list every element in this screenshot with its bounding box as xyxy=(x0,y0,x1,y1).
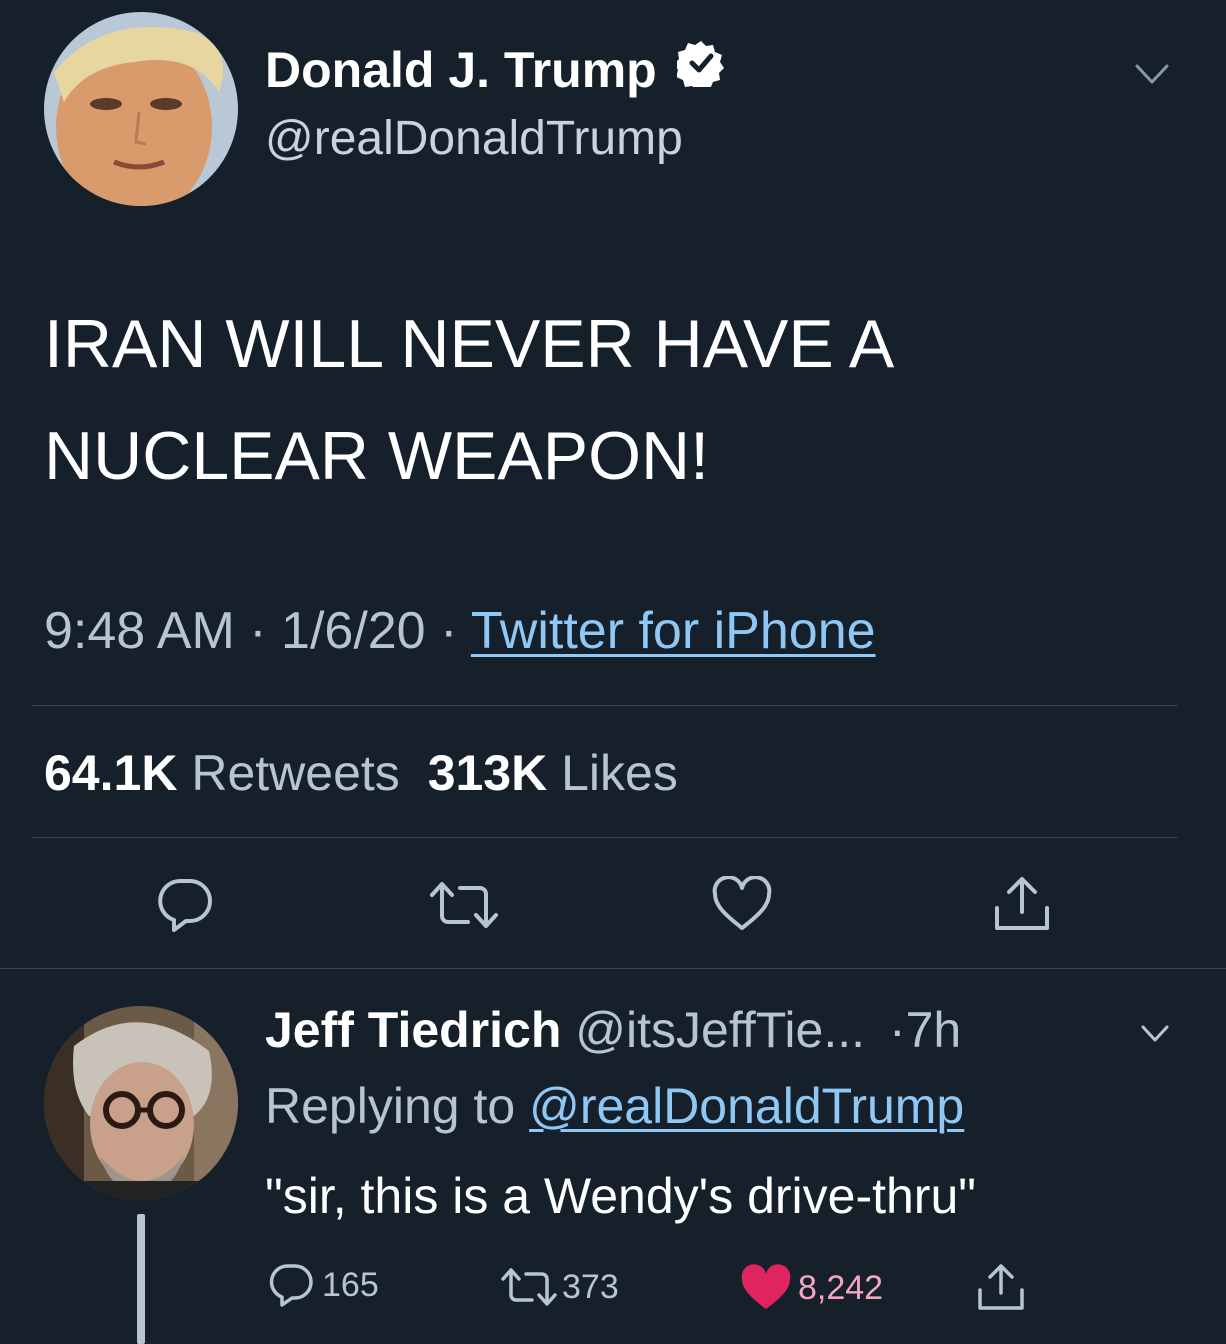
tweet-stats: 64.1K Retweets 313K Likes xyxy=(44,743,678,803)
reply-chevron-down-icon[interactable] xyxy=(1140,1022,1170,1046)
likes-label: Likes xyxy=(561,745,678,801)
replying-to-label: Replying to xyxy=(265,1078,516,1134)
reply-time[interactable]: ·7h xyxy=(889,1002,961,1058)
separator: · xyxy=(440,602,458,660)
verified-badge-icon xyxy=(673,39,725,100)
like-count: 8,242 xyxy=(798,1268,884,1307)
likes-count: 313K xyxy=(427,745,548,801)
reply-author-avatar[interactable] xyxy=(44,1006,238,1200)
retweets-label: Retweets xyxy=(191,745,400,801)
divider xyxy=(0,968,1226,969)
thread-line xyxy=(137,1214,145,1344)
tweet-text-line: NUCLEAR WEAPON! xyxy=(44,418,709,494)
heart-filled-icon xyxy=(740,1264,792,1312)
retweet-icon xyxy=(500,1266,558,1308)
tweet-text-line: IRAN WILL NEVER HAVE A xyxy=(44,306,895,382)
retweets-count: 64.1K xyxy=(44,745,178,801)
retweet-icon[interactable] xyxy=(428,878,500,932)
reply-icon[interactable] xyxy=(156,876,214,934)
replying-to-link[interactable]: @realDonaldTrump xyxy=(529,1078,964,1134)
divider xyxy=(32,705,1178,706)
separator: · xyxy=(249,602,267,660)
author-name-text: Donald J. Trump xyxy=(265,42,657,98)
reply-action-retweet[interactable]: 373 xyxy=(500,1266,619,1308)
tweet-time: 9:48 AM xyxy=(44,602,235,660)
reply-header: Jeff Tiedrich @itsJeffTie... ·7h xyxy=(265,1000,961,1060)
tweet-date: 1/6/20 xyxy=(281,602,426,660)
reply-count: 165 xyxy=(322,1265,379,1304)
author-avatar[interactable] xyxy=(44,12,238,206)
retweet-count: 373 xyxy=(562,1267,619,1306)
reply-author-handle[interactable]: @itsJeffTie... xyxy=(575,1002,865,1058)
likes-stat[interactable]: 313K Likes xyxy=(428,745,678,801)
share-icon[interactable] xyxy=(992,874,1052,934)
chevron-down-icon[interactable] xyxy=(1134,60,1170,88)
author-name[interactable]: Donald J. Trump xyxy=(265,40,725,104)
reply-author-name[interactable]: Jeff Tiedrich xyxy=(265,1002,561,1058)
tweet-text: IRAN WILL NEVER HAVE A NUCLEAR WEAPON! xyxy=(44,288,894,512)
divider xyxy=(32,837,1178,838)
tweet-meta: 9:48 AM · 1/6/20 · Twitter for iPhone xyxy=(44,600,876,662)
tweet-source-link[interactable]: Twitter for iPhone xyxy=(471,602,876,660)
reply-icon xyxy=(268,1262,314,1308)
author-handle[interactable]: @realDonaldTrump xyxy=(265,110,683,168)
share-icon[interactable] xyxy=(976,1262,1026,1312)
retweets-stat[interactable]: 64.1K Retweets xyxy=(44,745,414,801)
like-icon[interactable] xyxy=(712,876,772,932)
reply-action-like[interactable]: 8,242 xyxy=(740,1264,883,1312)
reply-text: "sir, this is a Wendy's drive-thru" xyxy=(265,1168,977,1224)
replying-to: Replying to @realDonaldTrump xyxy=(265,1076,964,1136)
reply-action-reply[interactable]: 165 xyxy=(268,1262,379,1308)
